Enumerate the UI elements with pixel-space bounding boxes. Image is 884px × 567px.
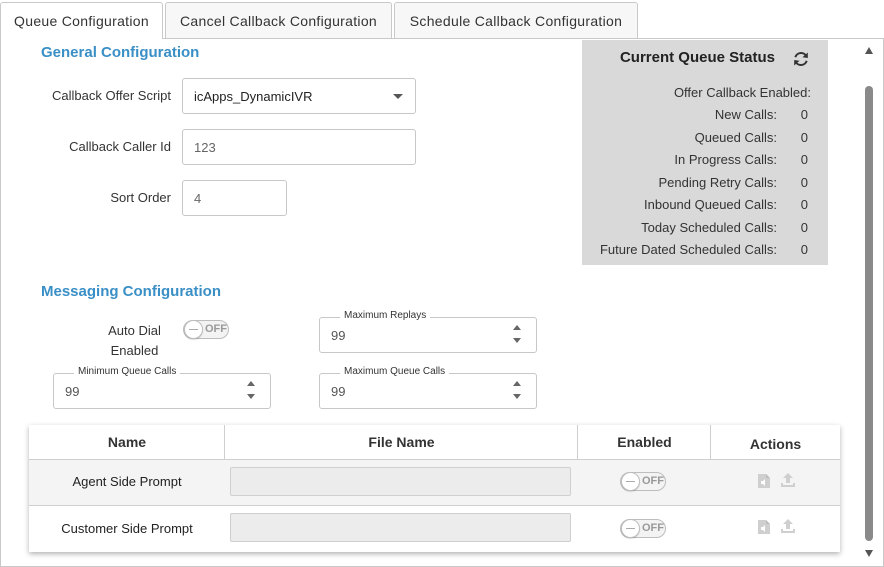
- maximum-queue-calls-label: Maximum Queue Calls: [340, 366, 450, 377]
- auto-dial-label-line2: Enabled: [110, 343, 159, 358]
- prompts-table: Name File Name Enabled Actions Agent Sid…: [29, 425, 840, 552]
- status-label: In Progress Calls:: [674, 152, 777, 167]
- scroll-up-arrow-icon[interactable]: [865, 47, 873, 54]
- tab-schedule-callback-configuration[interactable]: Schedule Callback Configuration: [394, 2, 638, 38]
- status-value: 0: [800, 107, 808, 122]
- status-label: Pending Retry Calls:: [658, 175, 778, 190]
- maximum-queue-calls-spinner[interactable]: Maximum Queue Calls 99: [319, 366, 537, 409]
- callback-caller-id-input[interactable]: 123: [182, 129, 416, 165]
- decrement-arrow-icon[interactable]: [513, 394, 521, 399]
- agent-prompt-enabled-toggle[interactable]: OFF: [620, 472, 666, 491]
- column-header-file-name: File Name: [368, 434, 435, 450]
- toggle-knob: [621, 472, 640, 491]
- messaging-configuration-title: Messaging Configuration: [41, 283, 221, 300]
- callback-caller-id-label: Callback Caller Id: [69, 139, 171, 154]
- sort-order-input[interactable]: 4: [182, 180, 287, 216]
- tab-queue-configuration[interactable]: Queue Configuration: [0, 2, 163, 39]
- status-value: 0: [800, 152, 808, 167]
- status-label: Offer Callback Enabled:: [673, 85, 811, 100]
- status-label: Queued Calls:: [694, 130, 777, 145]
- status-value: 0: [800, 242, 808, 257]
- status-label: Future Dated Scheduled Calls:: [599, 242, 777, 257]
- file-audio-icon[interactable]: [757, 473, 771, 489]
- maximum-replays-spinner[interactable]: Maximum Replays 99: [319, 310, 537, 353]
- table-row: Customer Side Prompt OFF: [29, 506, 840, 552]
- status-value: 0: [800, 175, 808, 190]
- general-configuration-title: General Configuration: [41, 44, 200, 61]
- callback-offer-script-select[interactable]: icApps_DynamicIVR: [182, 78, 416, 114]
- file-name-input[interactable]: [230, 513, 571, 542]
- current-queue-status-panel: Current Queue Status Offer Callback Enab…: [582, 40, 828, 265]
- increment-arrow-icon[interactable]: [513, 325, 521, 330]
- toggle-state: OFF: [642, 475, 664, 487]
- column-header-actions: Actions: [749, 436, 802, 452]
- minimum-queue-calls-value: 99: [65, 384, 80, 399]
- status-label: Inbound Queued Calls:: [644, 197, 777, 212]
- current-queue-status-title: Current Queue Status: [619, 49, 775, 66]
- sort-order-value: 4: [194, 190, 202, 206]
- status-value: 0: [800, 220, 808, 235]
- chevron-down-icon: [393, 94, 403, 99]
- decrement-arrow-icon[interactable]: [513, 338, 521, 343]
- decrement-arrow-icon[interactable]: [247, 394, 255, 399]
- table-row: Agent Side Prompt OFF: [29, 460, 840, 505]
- maximum-queue-calls-value: 99: [331, 384, 346, 399]
- status-label: New Calls:: [714, 107, 777, 122]
- increment-arrow-icon[interactable]: [513, 381, 521, 386]
- minimum-queue-calls-label: Minimum Queue Calls: [74, 366, 181, 377]
- callback-offer-script-value: icApps_DynamicIVR: [194, 88, 313, 104]
- prompt-name: Agent Side Prompt: [72, 474, 182, 489]
- auto-dial-label-line1: Auto Dial: [108, 323, 161, 338]
- toggle-state: OFF: [205, 323, 227, 335]
- prompt-name: Customer Side Prompt: [61, 521, 193, 536]
- upload-icon[interactable]: [780, 472, 796, 488]
- column-header-enabled: Enabled: [617, 434, 672, 450]
- callback-offer-script-label: Callback Offer Script: [52, 88, 171, 103]
- minimum-queue-calls-spinner[interactable]: Minimum Queue Calls 99: [53, 366, 271, 409]
- file-audio-icon[interactable]: [757, 519, 771, 535]
- scrollbar-thumb[interactable]: [865, 86, 873, 541]
- status-label: Today Scheduled Calls:: [641, 220, 777, 235]
- upload-icon[interactable]: [780, 518, 796, 534]
- toggle-state: OFF: [642, 522, 664, 534]
- increment-arrow-icon[interactable]: [247, 381, 255, 386]
- toggle-knob: [621, 519, 640, 538]
- auto-dial-enabled-label: Auto Dial Enabled: [100, 321, 169, 361]
- status-value: 0: [800, 130, 808, 145]
- column-header-name: Name: [107, 434, 147, 450]
- sort-order-label: Sort Order: [110, 190, 171, 205]
- customer-prompt-enabled-toggle[interactable]: OFF: [620, 519, 666, 538]
- callback-caller-id-value: 123: [194, 139, 216, 155]
- maximum-replays-value: 99: [331, 328, 346, 343]
- refresh-icon[interactable]: [792, 50, 810, 68]
- scroll-down-arrow-icon[interactable]: [865, 550, 873, 557]
- toggle-knob: [184, 320, 203, 339]
- file-name-input[interactable]: [230, 467, 571, 496]
- status-value: 0: [800, 197, 808, 212]
- maximum-replays-label: Maximum Replays: [340, 310, 431, 321]
- tab-cancel-callback-configuration[interactable]: Cancel Callback Configuration: [165, 2, 392, 38]
- auto-dial-enabled-toggle[interactable]: OFF: [183, 320, 229, 339]
